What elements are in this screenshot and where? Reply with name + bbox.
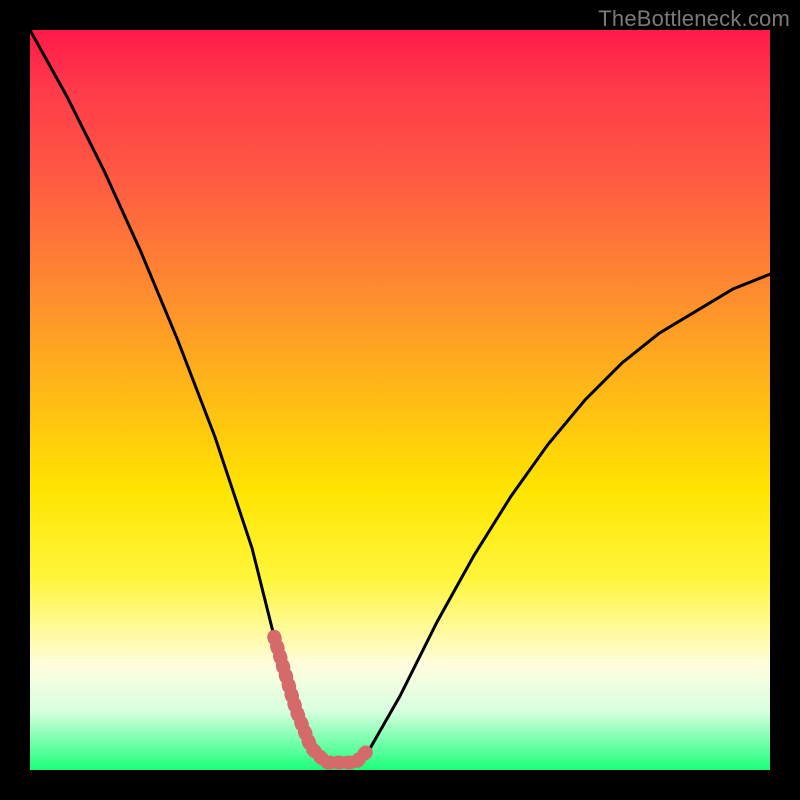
watermark-text: TheBottleneck.com (598, 6, 790, 32)
highlight-segment (274, 637, 370, 763)
curve-layer (30, 30, 770, 770)
bottleneck-curve (30, 30, 770, 763)
chart-frame: TheBottleneck.com (0, 0, 800, 800)
plot-area (30, 30, 770, 770)
